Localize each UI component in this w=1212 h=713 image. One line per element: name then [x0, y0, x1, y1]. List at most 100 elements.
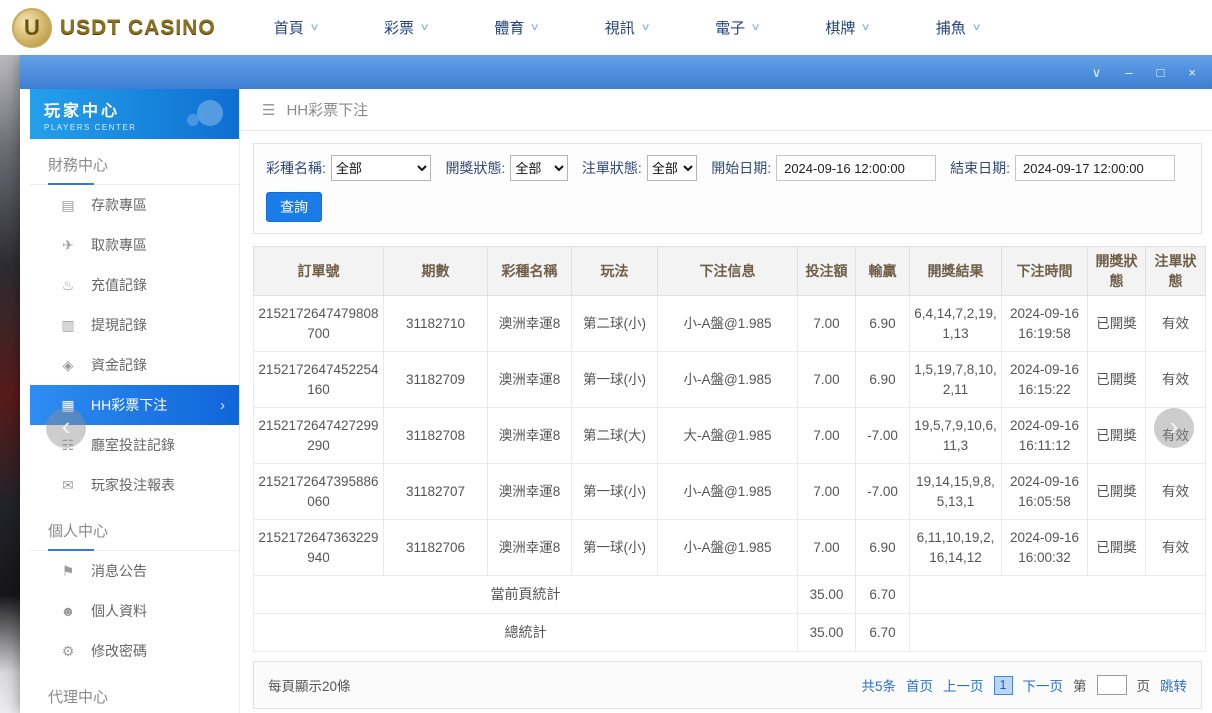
- cell: 已開獎: [1088, 296, 1146, 352]
- summary-row-page: 當前頁統計35.006.70: [254, 576, 1206, 614]
- sidebar-item-label: 資金記錄: [91, 355, 147, 375]
- column-header: 開獎結果: [910, 247, 1002, 296]
- nav-item-sports[interactable]: 體育∨: [494, 17, 538, 38]
- cell: 7.00: [798, 352, 856, 408]
- table-row: 215217264745225416031182709澳洲幸運8第一球(小)小-…: [254, 352, 1206, 408]
- bets-table: 訂單號期數彩種名稱玩法下注信息投注額輸贏開獎結果下注時間開獎狀態注單狀態 215…: [253, 246, 1206, 652]
- cell: 31182710: [384, 296, 488, 352]
- nav-item-video[interactable]: 視訊 ∨: [605, 17, 649, 38]
- cell: 第二球(小): [572, 296, 658, 352]
- sidebar-item-recharge-record[interactable]: ♨充值記錄: [30, 265, 239, 305]
- player-bet-report-icon: ✉: [58, 477, 78, 494]
- withdraw-zone-icon: ✈: [58, 237, 78, 254]
- breadcrumb: ☰ HH彩票下注: [240, 89, 1212, 131]
- order-status-label: 注單狀態:: [582, 158, 642, 178]
- sidebar-item-label: 廳室投註記錄: [91, 435, 175, 455]
- cell: 2024-09-16 16:15:22: [1002, 352, 1088, 408]
- summary-winloss-total: 6.70: [856, 576, 910, 614]
- nav-item-fishing[interactable]: 捕魚∨: [936, 17, 980, 38]
- chevron-down-icon: ∨: [640, 22, 650, 33]
- top-nav-items: 首頁∨ 彩票∨ 體育∨ 視訊 ∨ 電子∨ 棋牌 ∨ 捕魚∨: [274, 17, 1046, 38]
- next-page-link[interactable]: 下一页: [1023, 675, 1064, 695]
- carousel-right-arrow[interactable]: ›: [1154, 408, 1194, 448]
- cell: 澳洲幸運8: [488, 352, 572, 408]
- menu-toggle-icon[interactable]: ☰: [262, 101, 275, 119]
- cell: 6.90: [856, 296, 910, 352]
- sidebar-item-announcements[interactable]: ⚑消息公告: [30, 551, 239, 591]
- nav-item-lottery[interactable]: 彩票∨: [384, 17, 428, 38]
- search-button[interactable]: 查詢: [266, 192, 322, 222]
- nav-item-home[interactable]: 首頁∨: [274, 17, 318, 38]
- first-page-link[interactable]: 首页: [906, 675, 933, 695]
- column-header: 開獎狀態: [1088, 247, 1146, 296]
- start-date-input[interactable]: [776, 155, 936, 181]
- cashout-record-icon: ▥: [58, 317, 78, 334]
- jump-suffix-label: 页: [1137, 675, 1151, 695]
- cell: 澳洲幸運8: [488, 296, 572, 352]
- sidebar-item-label: 存款專區: [91, 195, 147, 215]
- page-jump-input[interactable]: [1097, 675, 1127, 695]
- announcements-icon: ⚑: [58, 563, 78, 580]
- cell: 2152172647452254160: [254, 352, 384, 408]
- cell: 第二球(大): [572, 408, 658, 464]
- cell: 7.00: [798, 408, 856, 464]
- sidebar-item-label: 提現記錄: [91, 315, 147, 335]
- cell: 31182708: [384, 408, 488, 464]
- cell: 6.90: [856, 520, 910, 576]
- cell: 2152172647395886060: [254, 464, 384, 520]
- sidebar-item-player-bet-report[interactable]: ✉玩家投注報表: [30, 465, 239, 505]
- summary-bet-total: 35.00: [798, 614, 856, 652]
- table-row: 215217264739588606031182707澳洲幸運8第一球(小)小-…: [254, 464, 1206, 520]
- nav-item-electronic[interactable]: 電子∨: [715, 17, 759, 38]
- nav-item-label: 彩票: [384, 17, 414, 38]
- sidebar-item-funds-record[interactable]: ◈資金記錄: [30, 345, 239, 385]
- nav-item-chess[interactable]: 棋牌 ∨: [825, 17, 869, 38]
- window-close-icon[interactable]: ×: [1188, 66, 1196, 79]
- pagination-bar: 每頁顯示20條 共5条 首页 上一页 1 下一页 第 页 跳转: [253, 661, 1202, 709]
- order-status-select[interactable]: 全部: [647, 155, 697, 181]
- logo[interactable]: U USDT CASINO: [12, 8, 216, 48]
- cell: 2152172647363229940: [254, 520, 384, 576]
- sidebar-item-deposit-zone[interactable]: ▤存款專區: [30, 185, 239, 225]
- sidebar-item-withdraw-zone[interactable]: ✈取款專區: [30, 225, 239, 265]
- background-photo-strip: [0, 55, 20, 713]
- cell: 小-A盤@1.985: [658, 296, 798, 352]
- nav-item-label: 棋牌: [825, 17, 855, 38]
- carousel-left-arrow[interactable]: ‹: [46, 408, 86, 448]
- cell: 小-A盤@1.985: [658, 464, 798, 520]
- content-area: 彩種名稱: 全部 開獎狀態: 全部 注單狀態: 全部 開始日期: 結束日期: 查…: [240, 131, 1212, 713]
- change-password-icon: ⚙: [58, 643, 78, 660]
- jump-prefix-label: 第: [1073, 675, 1087, 695]
- profile-icon: ☻: [58, 603, 78, 619]
- sidebar-item-change-password[interactable]: ⚙修改密碼: [30, 631, 239, 671]
- cell: 6.90: [856, 352, 910, 408]
- sidebar-item-profile[interactable]: ☻個人資料: [30, 591, 239, 631]
- main-content: ☰ HH彩票下注 彩種名稱: 全部 開獎狀態: 全部 注單狀態: 全部 開始日期…: [240, 89, 1212, 713]
- cell: 已開獎: [1088, 352, 1146, 408]
- cell: 7.00: [798, 464, 856, 520]
- window-collapse-icon[interactable]: ∨: [1092, 66, 1102, 79]
- jump-button[interactable]: 跳转: [1160, 675, 1187, 695]
- window-minimize-icon[interactable]: –: [1125, 66, 1132, 79]
- column-header: 玩法: [572, 247, 658, 296]
- summary-label: 總統計: [254, 614, 798, 652]
- end-date-input[interactable]: [1015, 155, 1175, 181]
- sidebar-subtitle: PLAYERS CENTER: [44, 123, 225, 132]
- lottery-name-select[interactable]: 全部: [331, 155, 432, 181]
- cell: 7.00: [798, 520, 856, 576]
- cell: 澳洲幸運8: [488, 408, 572, 464]
- recharge-record-icon: ♨: [58, 277, 78, 294]
- window-maximize-icon[interactable]: □: [1157, 66, 1165, 79]
- filter-actions: 查詢: [266, 192, 1189, 222]
- column-header: 下注信息: [658, 247, 798, 296]
- chevron-down-icon: ∨: [861, 22, 871, 33]
- cell: 澳洲幸運8: [488, 464, 572, 520]
- cell: -7.00: [856, 464, 910, 520]
- nav-item-label: 視訊: [605, 17, 635, 38]
- sidebar-item-cashout-record[interactable]: ▥ 提現記錄: [30, 305, 239, 345]
- prev-page-link[interactable]: 上一页: [943, 675, 984, 695]
- top-nav: U USDT CASINO 首頁∨ 彩票∨ 體育∨ 視訊 ∨ 電子∨ 棋牌 ∨ 捕魚∨: [0, 0, 1212, 55]
- cell: 7.00: [798, 296, 856, 352]
- current-page[interactable]: 1: [994, 676, 1013, 695]
- draw-status-select[interactable]: 全部: [510, 155, 568, 181]
